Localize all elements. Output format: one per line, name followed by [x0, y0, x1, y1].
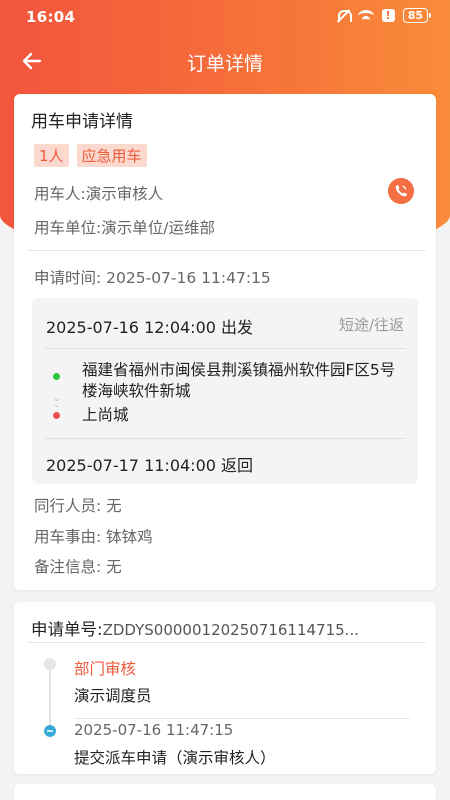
step-time: 2025-07-16 11:47:15 [74, 721, 234, 739]
divider [44, 438, 406, 439]
nav-bar: 订单详情 [0, 33, 450, 89]
reason-row: 用车事由: 钵钵鸡 [34, 528, 153, 546]
approval-card: 申请单号:ZDDYS00000120250716114715... 部门审核 演… [14, 602, 436, 774]
battery-icon: 85 [402, 8, 432, 23]
timeline-line [49, 664, 51, 728]
remark-row: 备注信息: 无 [34, 558, 122, 576]
origin-dot-icon [53, 373, 60, 380]
timeline-dot-icon [44, 658, 56, 670]
depart-time: 2025-07-16 12:04:00 出发 [46, 318, 254, 337]
mute-bell-icon [336, 9, 352, 23]
destination-dot-icon [53, 412, 60, 419]
divider [74, 718, 410, 719]
status-icons: ! 85 [336, 8, 432, 23]
order-number-label: 申请单号: [31, 620, 103, 639]
trip-type: 短途/往返 [338, 316, 404, 334]
companions-row: 同行人员: 无 [34, 497, 122, 515]
step-person: 演示调度员 [74, 687, 152, 705]
application-card: 用车申请详情 1人 应急用车 用车人:演示审核人 用车单位:演示单位/运维部 申… [14, 94, 436, 590]
step-title: 部门审核 [74, 660, 137, 678]
application-title: 用车申请详情 [31, 112, 133, 132]
passenger-count-tag: 1人 [34, 144, 69, 167]
destination-address: 上尚城 [82, 406, 129, 424]
chevron-down-icon: ⌄ ⌄ [53, 394, 61, 410]
attachments-title: 附件 [31, 796, 63, 800]
divider [28, 250, 426, 251]
attachments-card: 附件 [14, 784, 436, 800]
emergency-tag: 应急用车 [76, 144, 147, 167]
page-title: 订单详情 [186, 53, 263, 75]
status-bar: 16:04 ! 85 [0, 0, 450, 33]
trip-info-box: 2025-07-16 12:04:00 出发 短途/往返 福建省福州市闽侯县荆溪… [32, 298, 418, 484]
divider [44, 348, 406, 349]
wifi-icon [357, 9, 374, 22]
order-number-row: 申请单号:ZDDYS00000120250716114715... [31, 616, 411, 640]
status-time: 16:04 [26, 8, 76, 26]
order-number: ZDDYS00000120250716114715... [102, 621, 359, 639]
apply-time-row: 申请时间: 2025-07-16 11:47:15 [34, 269, 271, 287]
user-row: 用车人:演示审核人 [34, 185, 164, 203]
unit-row: 用车单位:演示单位/运维部 [34, 219, 215, 237]
origin-address: 福建省福州市闽侯县荆溪镇福州软件园F区5号楼海峡软件新城 [82, 361, 396, 400]
alert-icon: ! [381, 9, 395, 22]
phone-call-button[interactable] [388, 178, 414, 204]
divider [28, 642, 426, 643]
return-time: 2025-07-17 11:04:00 返回 [46, 456, 254, 475]
timeline-done-icon [44, 725, 56, 737]
step-action: 提交派车申请（演示审核人） [74, 749, 276, 767]
tag-list: 1人 应急用车 [34, 144, 147, 167]
